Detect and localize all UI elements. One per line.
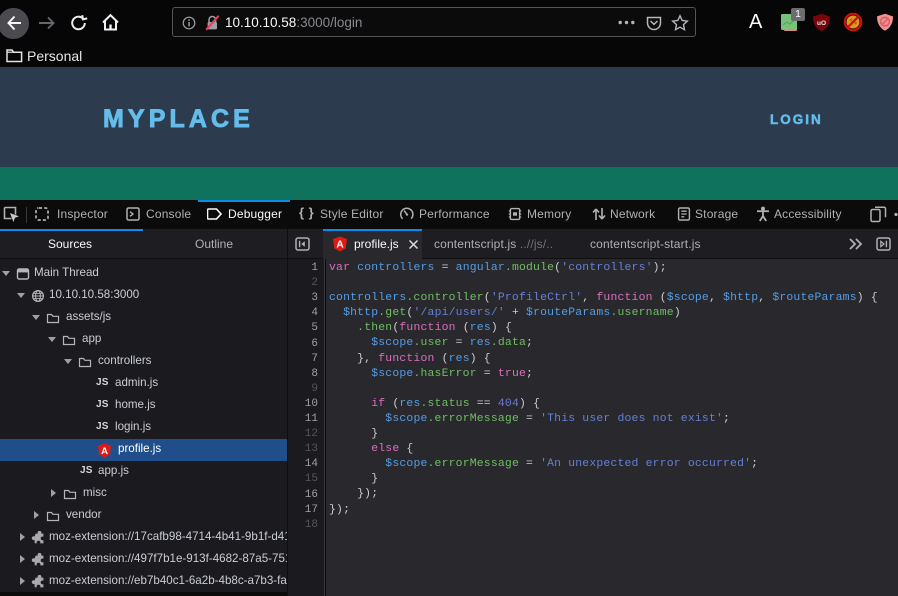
- svg-text:A: A: [101, 446, 108, 457]
- svg-text:A: A: [336, 240, 344, 251]
- svg-text:uO: uO: [817, 20, 826, 27]
